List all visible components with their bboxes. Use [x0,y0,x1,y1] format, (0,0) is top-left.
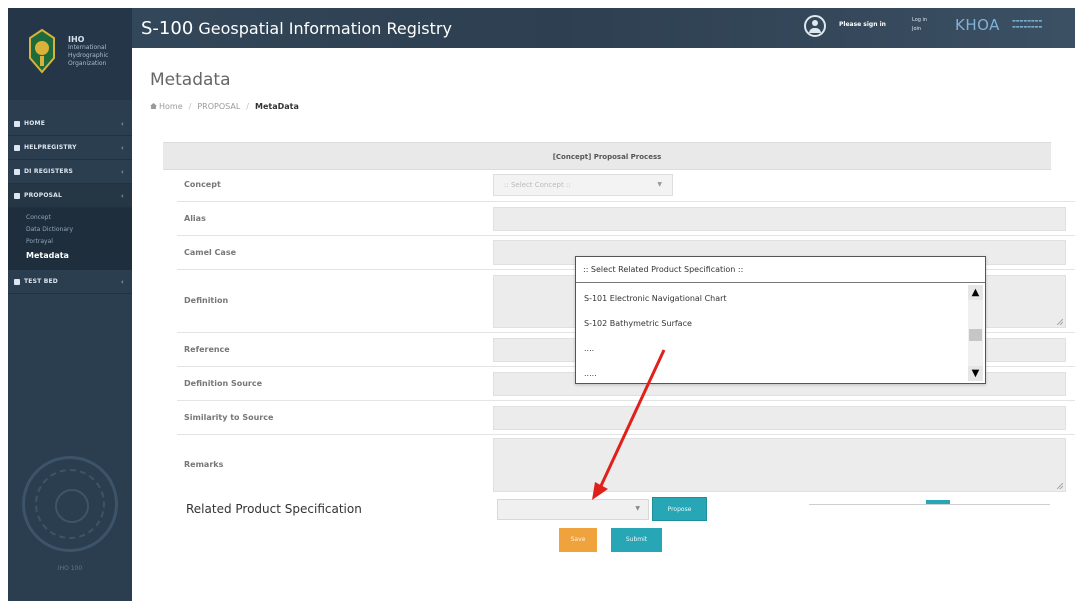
sign-in-text[interactable]: Please sign in [839,21,886,28]
home-icon [150,103,157,109]
similarity-input[interactable] [493,406,1066,430]
sidebar-item-label: PROPOSAL [24,192,63,199]
chevron-left-icon: ‹ [120,120,124,128]
scroll-up-icon[interactable]: ▲ [968,285,983,300]
dropdown-option[interactable]: S-101 Electronic Navigational Chart [576,286,985,311]
dropdown-header-option[interactable]: :: Select Related Product Specification … [576,257,985,283]
register-icon [14,168,20,175]
remarks-textarea[interactable] [493,438,1066,492]
sidebar-item-label: HELPREGISTRY [24,144,77,151]
sidebar-item-home[interactable]: HOME ‹ [8,112,132,136]
chevron-down-icon: ▼ [657,181,662,188]
definition-label: Definition [184,296,229,305]
resize-handle-icon[interactable] [1057,483,1063,489]
similarity-label: Similarity to Source [184,413,274,422]
alias-input[interactable] [493,207,1066,231]
divider [809,504,1050,505]
concept-select-value: :: Select Concept :: [504,181,571,189]
camel-case-label: Camel Case [184,248,237,257]
resize-handle-icon[interactable] [1057,319,1063,325]
subnav-item-data-dictionary[interactable]: Data Dictionary [8,224,132,236]
concept-label: Concept [184,180,221,189]
subnav-item-concept[interactable]: Concept [8,212,132,224]
related-product-dropdown: :: Select Related Product Specification … [575,256,986,384]
reference-label: Reference [184,345,230,354]
save-button[interactable]: Save [559,528,597,552]
subnav-item-portrayal[interactable]: Portrayal [8,236,132,248]
form-row-alias: Alias [177,202,1075,236]
khoa-logo-tagline: ▬▬▬▬▬▬▬▬ ▬▬▬▬▬▬▬▬ [1012,18,1043,29]
join-link[interactable]: Join [912,25,927,34]
iho-emblem-icon [29,28,55,74]
breadcrumb-home[interactable]: Home [159,102,183,111]
sidebar-item-label: DI REGISTERS [24,168,74,175]
form-row-concept: Concept :: Select Concept :: ▼ [177,171,1075,202]
proposal-subnav: Concept Data Dictionary Portrayal Metada… [8,208,132,270]
sidebar-nav: HOME ‹ HELPREGISTRY ‹ DI REGISTERS ‹ PRO… [8,112,132,294]
logo-abbr: IHO [68,35,85,44]
user-icon[interactable] [804,15,826,37]
sidebar-item-label: TEST BED [24,278,58,285]
subnav-item-metadata[interactable]: Metadata [8,248,132,264]
sidebar-item-test-bed[interactable]: TEST BED ‹ [8,270,132,294]
iho-seal-icon [22,456,118,552]
scroll-down-icon[interactable]: ▼ [968,366,983,381]
seal-caption: IHO 100 [57,565,83,572]
khoa-logo: KHOA [955,16,1000,34]
home-icon [14,120,20,127]
sidebar-item-helpregistry[interactable]: HELPREGISTRY ‹ [8,136,132,160]
login-link[interactable]: Log in [912,16,927,25]
related-product-select[interactable]: ▼ [497,499,649,520]
remarks-label: Remarks [184,460,224,469]
sidebar-item-proposal[interactable]: PROPOSAL ‹ [8,184,132,208]
dropdown-option[interactable]: .... [576,336,985,361]
sidebar-item-di-registers[interactable]: DI REGISTERS ‹ [8,160,132,184]
sidebar-item-label: HOME [24,120,45,127]
alias-label: Alias [184,214,206,223]
chevron-left-icon: ‹ [120,168,124,176]
submit-button[interactable]: Submit [611,528,662,552]
sidebar: IHO International Hydrographic Organizat… [8,8,132,601]
partial-button[interactable] [926,500,950,504]
page-title: Metadata [150,70,231,90]
propose-button[interactable]: Propose [652,497,707,521]
breadcrumb: Home / PROPOSAL / MetaData [150,102,299,111]
form-row-similarity: Similarity to Source [177,401,1075,435]
chevron-down-icon: ‹ [120,192,124,200]
form-row-remarks: Remarks [177,435,1075,495]
logo-text: IHO International Hydrographic Organizat… [68,36,128,68]
breadcrumb-proposal[interactable]: PROPOSAL [197,102,240,111]
related-product-label: Related Product Specification [186,502,362,516]
chevron-left-icon: ‹ [120,144,124,152]
testbed-icon [14,278,20,285]
proposal-icon [14,192,20,199]
app-title: S-100 Geospatial Information Registry [141,18,452,39]
app-title-rest: Geospatial Information Registry [193,19,452,38]
chevron-down-icon: ▼ [635,505,640,512]
dropdown-option[interactable]: ..... [576,361,985,386]
breadcrumb-current: MetaData [255,102,299,111]
auth-links: Log in Join [912,16,927,34]
definition-source-label: Definition Source [184,379,263,388]
logo-area: IHO International Hydrographic Organizat… [8,8,132,100]
registry-icon [14,144,20,151]
logo-fullname: International Hydrographic Organization [68,44,109,67]
form-header: [Concept] Proposal Process [163,142,1051,170]
dropdown-option[interactable]: S-102 Bathymetric Surface [576,311,985,336]
concept-select[interactable]: :: Select Concept :: ▼ [493,174,673,196]
scrollbar-thumb[interactable] [969,329,982,341]
top-bar: S-100 Geospatial Information Registry Pl… [132,8,1075,48]
chevron-left-icon: ‹ [120,278,124,286]
dropdown-scrollbar[interactable]: ▲ ▼ [968,285,983,381]
app-title-prefix: S-100 [141,18,194,39]
